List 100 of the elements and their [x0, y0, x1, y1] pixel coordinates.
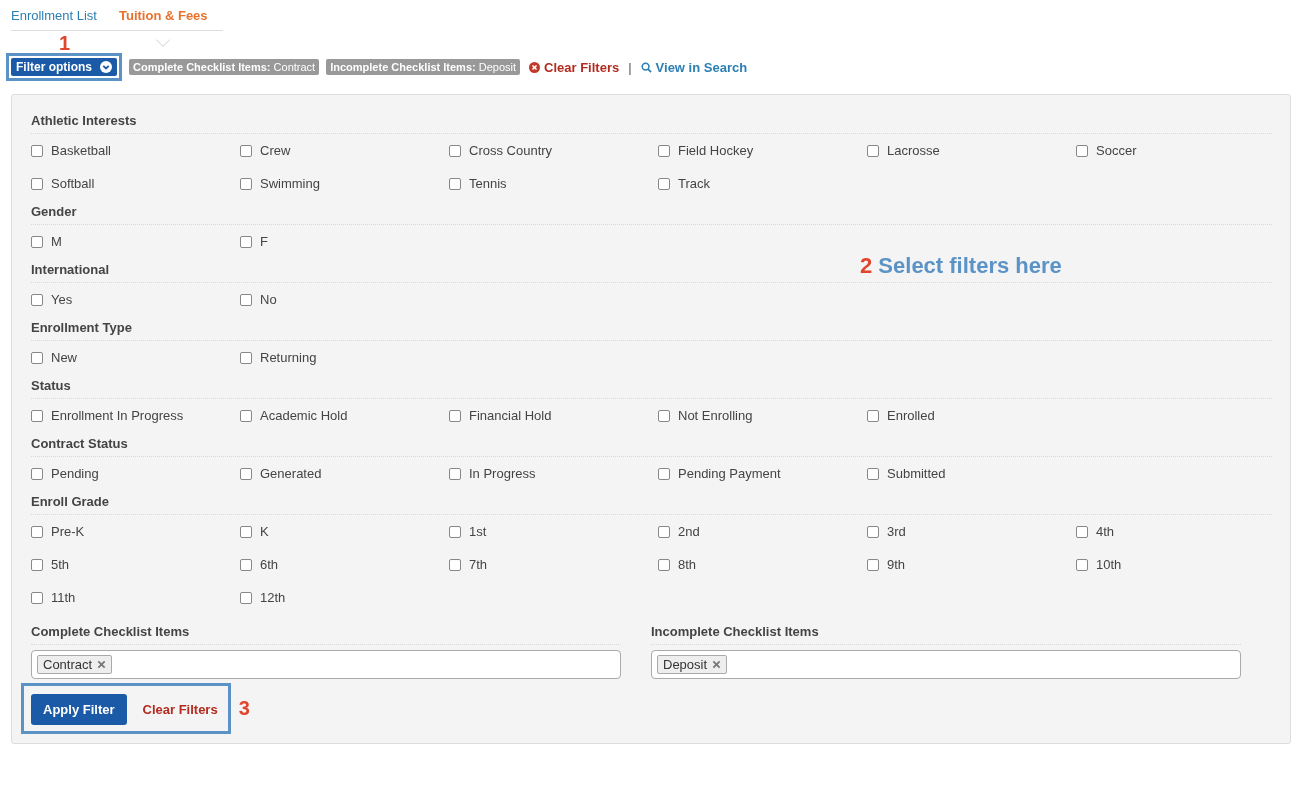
checkbox[interactable]: [449, 558, 461, 571]
chevron-down-icon: [100, 61, 112, 73]
checkbox[interactable]: [658, 409, 670, 422]
checkbox-label: Financial Hold: [469, 408, 552, 423]
tag: Contract: [37, 655, 113, 674]
checkbox[interactable]: [867, 467, 879, 480]
checkbox-label: 4th: [1096, 524, 1115, 539]
remove-icon[interactable]: [712, 660, 722, 669]
checkbox[interactable]: [449, 144, 461, 157]
checkbox[interactable]: [240, 351, 252, 364]
section-heading: Gender: [31, 200, 1272, 225]
checkbox[interactable]: [867, 409, 879, 422]
checkbox-label: 5th: [51, 557, 70, 572]
separator: |: [628, 59, 632, 75]
checkbox[interactable]: [1076, 144, 1088, 157]
checkbox-label: 2nd: [678, 524, 700, 539]
checkbox-label: No: [260, 292, 277, 307]
section-heading: Contract Status: [31, 432, 1272, 457]
clear-icon: [529, 61, 541, 73]
apply-filter-button[interactable]: Apply Filter: [31, 694, 127, 725]
filter-chip: Incomplete Checklist Items: Deposit: [326, 59, 521, 75]
checkbox-label: Softball: [51, 176, 95, 191]
checkbox-label: Enrollment In Progress: [51, 408, 184, 423]
checkbox-label: Enrolled: [887, 408, 935, 423]
checkbox-label: Not Enrolling: [678, 408, 753, 423]
section-heading: Athletic Interests: [31, 109, 1272, 134]
checkbox[interactable]: [449, 409, 461, 422]
checkbox-label: Swimming: [260, 176, 320, 191]
checkbox[interactable]: [31, 351, 43, 364]
view-in-search-link[interactable]: View in Search: [640, 59, 748, 75]
callout-number: 3: [238, 697, 250, 720]
checkbox[interactable]: [1076, 558, 1088, 571]
callout-number: 1: [59, 32, 71, 54]
section-heading: Status: [31, 374, 1272, 399]
checkbox[interactable]: [658, 525, 670, 538]
checkbox[interactable]: [658, 467, 670, 480]
checkbox[interactable]: [31, 293, 43, 306]
section-heading: Enroll Grade: [31, 490, 1272, 515]
tag-input-field[interactable]: Deposit: [651, 650, 1241, 679]
checkbox[interactable]: [240, 293, 252, 306]
checkbox-label: 1st: [469, 524, 487, 539]
tab[interactable]: Enrollment List: [11, 8, 97, 30]
checkbox[interactable]: [240, 409, 252, 422]
checkbox-label: In Progress: [469, 466, 536, 481]
checkbox-label: 10th: [1096, 557, 1122, 572]
checkbox[interactable]: [867, 144, 879, 157]
remove-icon[interactable]: [97, 660, 107, 669]
checkbox[interactable]: [31, 177, 43, 190]
checkbox[interactable]: [240, 177, 252, 190]
section-heading: Incomplete Checklist Items: [651, 614, 1241, 645]
checkbox-label: 6th: [260, 557, 279, 572]
filter-options-button[interactable]: Filter options: [11, 58, 117, 76]
checkbox[interactable]: [31, 144, 43, 157]
checkbox-label: Yes: [51, 292, 73, 307]
checkbox-label: 8th: [678, 557, 697, 572]
checkbox[interactable]: [240, 144, 252, 157]
checkbox-label: Field Hockey: [678, 143, 754, 158]
checkbox[interactable]: [867, 525, 879, 538]
section-heading: Enrollment Type: [31, 316, 1272, 341]
checkbox[interactable]: [449, 177, 461, 190]
checkbox-label: Cross Country: [469, 143, 553, 158]
checkbox-label: Generated: [260, 466, 322, 481]
checkbox[interactable]: [658, 144, 670, 157]
checkbox[interactable]: [240, 558, 252, 571]
checkbox-label: Returning: [260, 350, 317, 365]
checkbox[interactable]: [31, 558, 43, 571]
checkbox-label: 11th: [51, 590, 76, 605]
checkbox[interactable]: [240, 235, 252, 248]
checkbox-label: Submitted: [887, 466, 946, 481]
checkbox-label: F: [260, 234, 268, 249]
checkbox-label: Lacrosse: [887, 143, 940, 158]
clear-filters-link[interactable]: Clear Filters: [529, 59, 620, 75]
checkbox-label: Pre-K: [51, 524, 85, 539]
checkbox[interactable]: [31, 467, 43, 480]
checkbox[interactable]: [240, 591, 252, 604]
checkbox[interactable]: [31, 591, 43, 604]
checkbox-label: M: [51, 234, 62, 249]
checkbox[interactable]: [449, 467, 461, 480]
checkbox-label: Pending Payment: [678, 466, 781, 481]
section-heading: Complete Checklist Items: [31, 614, 621, 645]
checkbox[interactable]: [658, 558, 670, 571]
checkbox-label: 7th: [469, 557, 488, 572]
search-icon: [640, 61, 652, 73]
checkbox[interactable]: [240, 525, 252, 538]
checkbox-label: Basketball: [51, 143, 111, 158]
checkbox[interactable]: [658, 177, 670, 190]
checkbox[interactable]: [31, 235, 43, 248]
tag: Deposit: [657, 655, 728, 674]
checkbox-label: Soccer: [1096, 143, 1137, 158]
tag-input-field[interactable]: Contract: [31, 650, 621, 679]
clear-filters-link[interactable]: Clear Filters: [142, 702, 218, 717]
checkbox-label: Tennis: [469, 176, 507, 191]
checkbox[interactable]: [240, 467, 252, 480]
checkbox[interactable]: [31, 525, 43, 538]
checkbox[interactable]: [867, 558, 879, 571]
checkbox[interactable]: [1076, 525, 1088, 538]
checkbox[interactable]: [31, 409, 43, 422]
checkbox-label: Crew: [260, 143, 291, 158]
callout-note: 2 Select filters here: [860, 253, 1062, 279]
checkbox[interactable]: [449, 525, 461, 538]
